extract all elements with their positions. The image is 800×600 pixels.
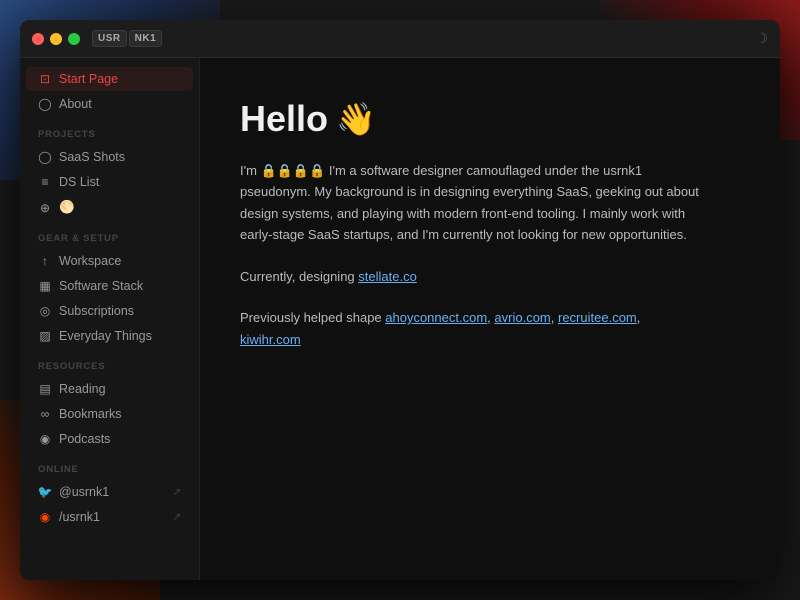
start-page-label: Start Page (59, 72, 118, 86)
sidebar-item-reddit[interactable]: ◉ /usrnk1 ↗ (26, 505, 193, 529)
page-heading: Hello 👋 (240, 98, 740, 140)
ds-list-label: DS List (59, 175, 99, 189)
emoji-icon: ⊕ (38, 201, 52, 215)
sidebar-item-reading[interactable]: ▤ Reading (26, 377, 193, 401)
hello-text: Hello (240, 98, 328, 140)
sidebar-item-software-stack[interactable]: ▦ Software Stack (26, 274, 193, 298)
sidebar-item-subscriptions[interactable]: ◎ Subscriptions (26, 299, 193, 323)
ahoy-link[interactable]: ahoyconnect.com (385, 310, 487, 325)
reddit-label: /usrnk1 (59, 510, 100, 524)
bookmarks-icon: ∞ (38, 407, 52, 421)
theme-toggle[interactable]: ☽ (755, 30, 768, 47)
sidebar-item-everyday-things[interactable]: ▨ Everyday Things (26, 324, 193, 348)
content-area: Hello 👋 I'm 🔒🔒🔒🔒 I'm a software designer… (200, 58, 780, 580)
avrio-link[interactable]: avrio.com (494, 310, 550, 325)
sidebar-item-workspace[interactable]: ↑ Workspace (26, 249, 193, 273)
stellate-link[interactable]: stellate.co (358, 269, 417, 284)
sidebar: ⊡ Start Page ◯ About PROJECTS ◯ SaaS Sho… (20, 58, 200, 580)
sidebar-item-bookmarks[interactable]: ∞ Bookmarks (26, 402, 193, 426)
section-label-resources: RESOURCES (20, 349, 199, 376)
workspace-icon: ↑ (38, 254, 52, 268)
sidebar-item-start-page[interactable]: ⊡ Start Page (26, 67, 193, 91)
everyday-things-label: Everyday Things (59, 329, 152, 343)
emoji-label: 🌕 (59, 200, 75, 215)
saas-shots-label: SaaS Shots (59, 150, 125, 164)
external-link-icon: ↗ (173, 487, 181, 498)
currently-prefix: Currently, designing (240, 269, 358, 284)
window-controls (32, 33, 80, 45)
logo-badge-nk1: NK1 (129, 30, 163, 47)
content-body: I'm 🔒🔒🔒🔒 I'm a software designer camoufl… (240, 160, 700, 350)
start-page-icon: ⊡ (38, 72, 52, 86)
reddit-icon: ◉ (38, 510, 52, 524)
podcasts-icon: ◉ (38, 432, 52, 446)
software-stack-label: Software Stack (59, 279, 143, 293)
section-label-projects: PROJECTS (20, 117, 199, 144)
kiwihr-link[interactable]: kiwihr.com (240, 332, 301, 347)
logo-badge-usr: USR (92, 30, 127, 47)
bookmarks-label: Bookmarks (59, 407, 122, 421)
subscriptions-icon: ◎ (38, 304, 52, 318)
wave-emoji: 👋 (336, 100, 376, 138)
sidebar-item-emoji[interactable]: ⊕ 🌕 (26, 195, 193, 220)
about-label: About (59, 97, 92, 111)
section-label-online: ONLINE (20, 452, 199, 479)
main-layout: ⊡ Start Page ◯ About PROJECTS ◯ SaaS Sho… (20, 58, 780, 580)
twitter-icon: 🐦 (38, 485, 52, 499)
sidebar-item-twitter[interactable]: 🐦 @usrnk1 ↗ (26, 480, 193, 504)
maximize-button[interactable] (68, 33, 80, 45)
workspace-label: Workspace (59, 254, 121, 268)
podcasts-label: Podcasts (59, 432, 110, 446)
sidebar-item-saas-shots[interactable]: ◯ SaaS Shots (26, 145, 193, 169)
previously-prefix: Previously helped shape (240, 310, 385, 325)
intro-paragraph: I'm 🔒🔒🔒🔒 I'm a software designer camoufl… (240, 160, 700, 246)
reading-label: Reading (59, 382, 106, 396)
twitter-label: @usrnk1 (59, 485, 109, 499)
reading-icon: ▤ (38, 382, 52, 396)
recruitee-link[interactable]: recruitee.com (558, 310, 637, 325)
external-link-icon-2: ↗ (173, 512, 181, 523)
close-button[interactable] (32, 33, 44, 45)
app-window: USR NK1 ☽ ⊡ Start Page ◯ About PROJECTS … (20, 20, 780, 580)
sidebar-item-podcasts[interactable]: ◉ Podcasts (26, 427, 193, 451)
ds-list-icon: ≡ (38, 175, 52, 189)
software-stack-icon: ▦ (38, 279, 52, 293)
title-bar: USR NK1 ☽ (20, 20, 780, 58)
logo: USR NK1 (92, 30, 162, 47)
about-icon: ◯ (38, 97, 52, 111)
minimize-button[interactable] (50, 33, 62, 45)
subscriptions-label: Subscriptions (59, 304, 134, 318)
saas-shots-icon: ◯ (38, 150, 52, 164)
section-label-gear: GEAR & SETUP (20, 221, 199, 248)
sidebar-item-about[interactable]: ◯ About (26, 92, 193, 116)
everyday-things-icon: ▨ (38, 329, 52, 343)
previously-paragraph: Previously helped shape ahoyconnect.com,… (240, 307, 700, 350)
currently-paragraph: Currently, designing stellate.co (240, 266, 700, 287)
sidebar-item-ds-list[interactable]: ≡ DS List (26, 170, 193, 194)
